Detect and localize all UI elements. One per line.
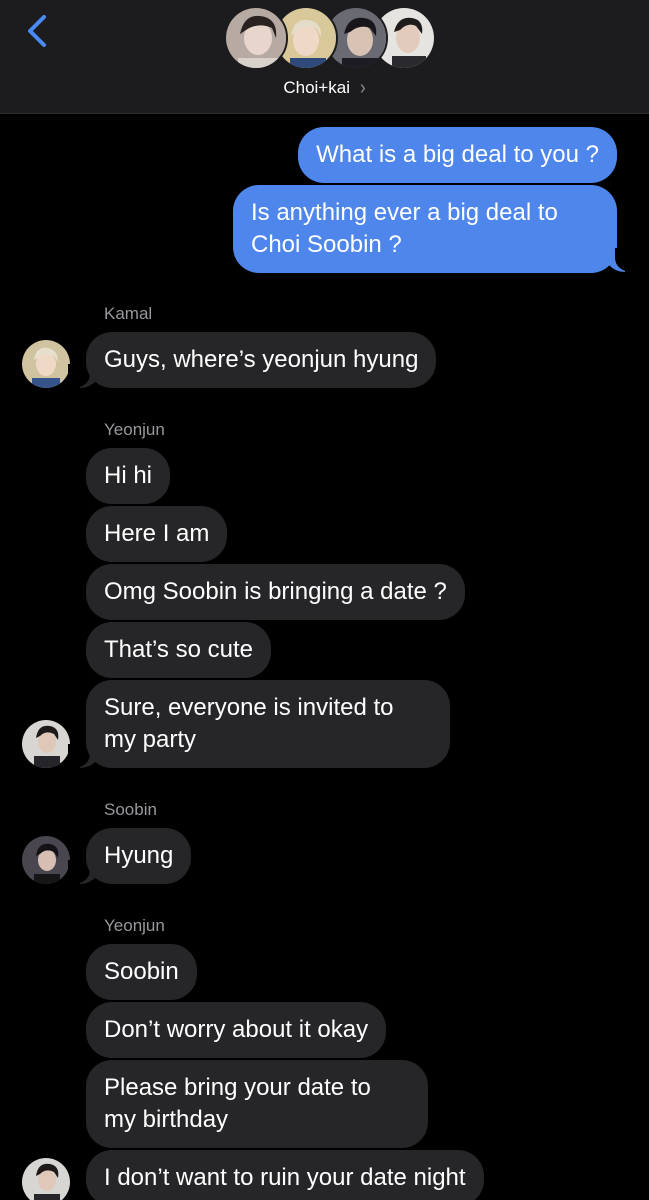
incoming-message[interactable]: Hyung <box>86 828 192 884</box>
outgoing-message[interactable]: Is anything ever a big deal to Choi Soob… <box>233 185 617 273</box>
message-text: Please bring your date to <box>104 1074 371 1101</box>
incoming-message[interactable]: I don’t want to ruin your date night <box>86 1150 484 1200</box>
sender-name: Yeonjun <box>104 420 165 439</box>
message-text: my party <box>104 726 197 753</box>
message-text: I don’t want to ruin your date night <box>104 1164 466 1191</box>
outgoing-message[interactable]: What is a big deal to you ? <box>298 127 617 183</box>
incoming-message[interactable]: That’s so cute <box>86 622 271 678</box>
incoming-message[interactable]: Hi hi <box>86 448 171 504</box>
message-text: Sure, everyone is invited to <box>104 694 394 721</box>
message-text: Is anything ever a big deal to <box>251 199 558 226</box>
sender-name: Kamal <box>104 304 153 323</box>
message-text: Here I am <box>104 520 210 547</box>
avatar <box>224 6 288 70</box>
avatar[interactable] <box>22 340 70 388</box>
conversation-header: Choi+kai › <box>0 0 649 114</box>
avatar[interactable] <box>22 720 70 768</box>
message-text: Hyung <box>104 842 174 869</box>
message-text: Choi Soobin ? <box>251 231 402 258</box>
message-text: Don’t worry about it okay <box>104 1016 369 1043</box>
message-text: What is a big deal to you ? <box>316 141 599 168</box>
message-text: Guys, where’s yeonjun hyung <box>104 346 419 373</box>
sender-name: Yeonjun <box>104 916 165 935</box>
message-text: Hi hi <box>104 462 153 489</box>
incoming-message[interactable]: Soobin <box>86 944 197 1000</box>
group-name: Choi+kai <box>283 78 350 97</box>
chevron-left-icon <box>28 15 46 47</box>
sender-name: Soobin <box>104 800 157 819</box>
avatar[interactable] <box>22 1158 70 1200</box>
message-text: Omg Soobin is bringing a date ? <box>104 578 447 605</box>
message-text: Soobin <box>104 958 179 985</box>
group-avatars[interactable] <box>224 6 436 70</box>
back-button[interactable] <box>20 12 54 52</box>
incoming-message[interactable]: Here I am <box>86 506 228 562</box>
incoming-message[interactable]: Don’t worry about it okay <box>86 1002 387 1058</box>
incoming-message[interactable]: Please bring your date to my birthday <box>86 1060 428 1148</box>
group-name-button[interactable]: Choi+kai › <box>0 76 649 100</box>
incoming-message[interactable]: Sure, everyone is invited to my party <box>86 680 450 768</box>
message-text: That’s so cute <box>104 636 253 663</box>
message-text: my birthday <box>104 1106 229 1133</box>
avatar[interactable] <box>22 836 70 884</box>
incoming-message[interactable]: Omg Soobin is bringing a date ? <box>86 564 465 620</box>
incoming-message[interactable]: Guys, where’s yeonjun hyung <box>86 332 437 388</box>
chevron-right-icon: › <box>359 76 366 99</box>
bubble-tail <box>603 248 637 272</box>
